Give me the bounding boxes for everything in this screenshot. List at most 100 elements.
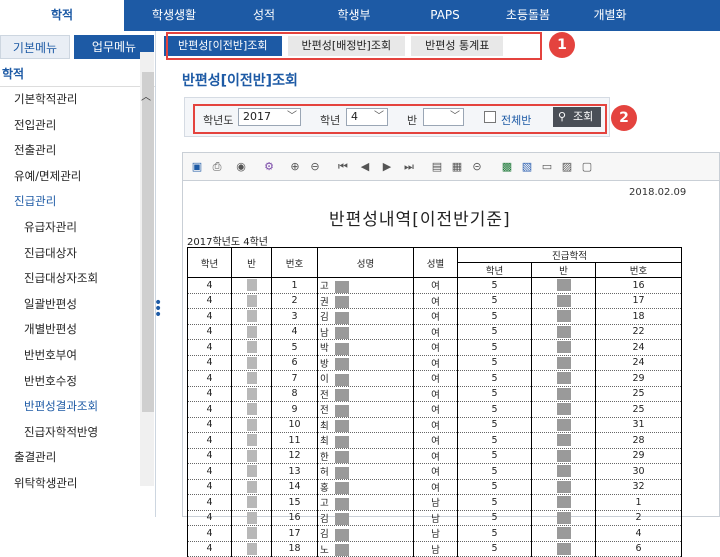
redacted-block xyxy=(334,342,349,355)
col-promo-class: 반 xyxy=(531,262,596,278)
image-icon[interactable]: ▨ xyxy=(559,159,575,175)
table-cell: 5 xyxy=(457,370,532,387)
report-date: 2018.02.09 xyxy=(629,187,687,198)
table-cell: 5 xyxy=(457,416,532,433)
topnav-tab-5[interactable]: 초등돌봄 xyxy=(486,0,570,31)
sidebar-item[interactable]: 일괄반편성 xyxy=(0,292,155,318)
col-gender: 성별 xyxy=(413,247,458,278)
table-cell xyxy=(231,416,272,433)
setup-icon[interactable]: ⚙ xyxy=(261,159,277,175)
redacted-block xyxy=(246,480,257,493)
sidebar-item[interactable]: 진급관리 xyxy=(0,189,155,215)
sidebar-scroll-thumb[interactable] xyxy=(142,72,154,412)
scroll-up-icon[interactable]: ︿ xyxy=(141,88,151,103)
save-icon[interactable]: ▣ xyxy=(189,159,205,175)
zoom-in-icon[interactable]: ⊕ xyxy=(287,159,303,175)
excel-icon[interactable]: ▩ xyxy=(499,159,515,175)
topnav-tab-3[interactable]: 학생부 xyxy=(304,0,404,31)
page-layout-icon[interactable]: ▦ xyxy=(449,159,465,175)
topnav-tab-4[interactable]: PAPS xyxy=(404,0,486,31)
topnav-tab-2[interactable]: 성적 xyxy=(224,0,304,31)
table-cell: 24 xyxy=(595,354,682,371)
page-title: 반편성[이전반]조회 xyxy=(182,73,298,89)
table-cell: 남 xyxy=(413,540,458,557)
student-name-initial: 전 xyxy=(320,405,329,416)
redacted-block xyxy=(334,280,349,293)
redacted-block xyxy=(334,389,349,401)
prev-page-icon[interactable]: ◀ xyxy=(357,159,373,175)
table-cell: 4 xyxy=(187,478,232,495)
menu-tabs: 기본메뉴 업무메뉴 xyxy=(0,35,155,61)
table-cell: 남 xyxy=(413,525,458,542)
word-icon[interactable]: ▧ xyxy=(519,159,535,175)
topnav-tab-1[interactable]: 학생생활 xyxy=(124,0,224,31)
sidebar-item[interactable]: 진급대상자조회 xyxy=(0,266,155,292)
sidebar-item[interactable]: 유급자관리 xyxy=(0,215,155,241)
redacted-block xyxy=(556,496,571,509)
next-page-icon[interactable]: ▶ xyxy=(379,159,395,175)
table-cell: 8 xyxy=(271,385,318,402)
student-name-initial: 고 xyxy=(320,281,329,292)
sidebar-item[interactable]: 유예/면제관리 xyxy=(0,164,155,190)
topnav-tab-6[interactable]: 개별화 xyxy=(570,0,650,31)
stop-icon[interactable]: ⊝ xyxy=(469,159,485,175)
redacted-block xyxy=(334,404,349,417)
zoom-out-icon[interactable]: ⊖ xyxy=(307,159,323,175)
table-cell: 29 xyxy=(595,447,682,464)
hwp-icon[interactable]: ▢ xyxy=(579,159,595,175)
table-cell: 5 xyxy=(457,432,532,449)
redacted-block xyxy=(246,527,257,540)
table-cell: 김 xyxy=(317,308,414,325)
table-cell xyxy=(531,385,596,402)
sidebar-item[interactable]: 개별반편성 xyxy=(0,317,155,343)
redacted-block xyxy=(246,294,257,307)
last-page-icon[interactable]: ⏭ xyxy=(401,159,417,175)
table-cell: 4 xyxy=(187,401,232,418)
sidebar-item[interactable]: 반번호부여 xyxy=(0,343,155,369)
table-cell: 1 xyxy=(271,277,318,294)
table-cell xyxy=(531,323,596,340)
sidebar-item[interactable]: 전입관리 xyxy=(0,113,155,139)
topnav-tab-0[interactable]: 학적 xyxy=(0,0,124,31)
print-icon[interactable]: ⎙ xyxy=(209,159,225,175)
table-row: 4 8 전 여 5 25 xyxy=(187,385,682,402)
page-icon[interactable]: ▤ xyxy=(429,159,445,175)
table-cell: 4 xyxy=(187,463,232,480)
redacted-block xyxy=(556,542,571,555)
table-cell: 4 xyxy=(187,385,232,402)
sidebar-item[interactable]: 반편성결과조회 xyxy=(0,394,155,420)
sidebar-item[interactable]: 출결관리 xyxy=(0,445,155,471)
table-cell xyxy=(531,463,596,480)
sidebar: 기본메뉴 업무메뉴 학적 기본학적관리 전입관리 전출관리 유예/면제관리 진급관리 유급… xyxy=(0,31,156,517)
table-row: 4 15 고 남 5 1 xyxy=(187,494,682,511)
redacted-block xyxy=(246,434,257,447)
redacted-block xyxy=(334,327,349,339)
table-cell: 5 xyxy=(457,401,532,418)
table-cell: 여 xyxy=(413,308,458,325)
sidebar-item[interactable]: 기본학적관리 xyxy=(0,87,155,113)
student-name-initial: 최 xyxy=(320,420,329,432)
report-toolbar: ▣ ⎙ ◉ ⚙ ⊕ ⊖ ⏮ ◀ ▶ ⏭ ▤ ▦ ⊝ ▩ ▧ ▭ ▨ ▢ xyxy=(183,153,719,181)
sidebar-item[interactable]: 진급대상자 xyxy=(0,241,155,267)
table-cell xyxy=(531,447,596,464)
sidebar-item[interactable]: 진급자학적반영 xyxy=(0,420,155,446)
sidebar-item[interactable]: 전출관리 xyxy=(0,138,155,164)
table-cell: 최 xyxy=(317,432,414,449)
first-page-icon[interactable]: ⏮ xyxy=(335,159,351,175)
table-cell xyxy=(531,277,596,294)
tab-basic-menu[interactable]: 기본메뉴 xyxy=(0,35,70,59)
redacted-block xyxy=(246,372,257,385)
table-cell: 6 xyxy=(271,354,318,371)
table-cell: 여 xyxy=(413,339,458,356)
preview-icon[interactable]: ◉ xyxy=(233,159,249,175)
redacted-block xyxy=(556,403,571,416)
sidebar-item[interactable]: 반번호수정 xyxy=(0,369,155,395)
sidebar-item[interactable]: 위탁학생관리 xyxy=(0,471,155,497)
redacted-block xyxy=(556,511,571,524)
redacted-block xyxy=(334,528,349,541)
table-cell: 4 xyxy=(595,525,682,542)
table-cell: 9 xyxy=(271,401,318,418)
collapse-handle-icon[interactable]: • • • xyxy=(154,296,162,322)
export-icon[interactable]: ▭ xyxy=(539,159,555,175)
table-cell xyxy=(531,432,596,449)
